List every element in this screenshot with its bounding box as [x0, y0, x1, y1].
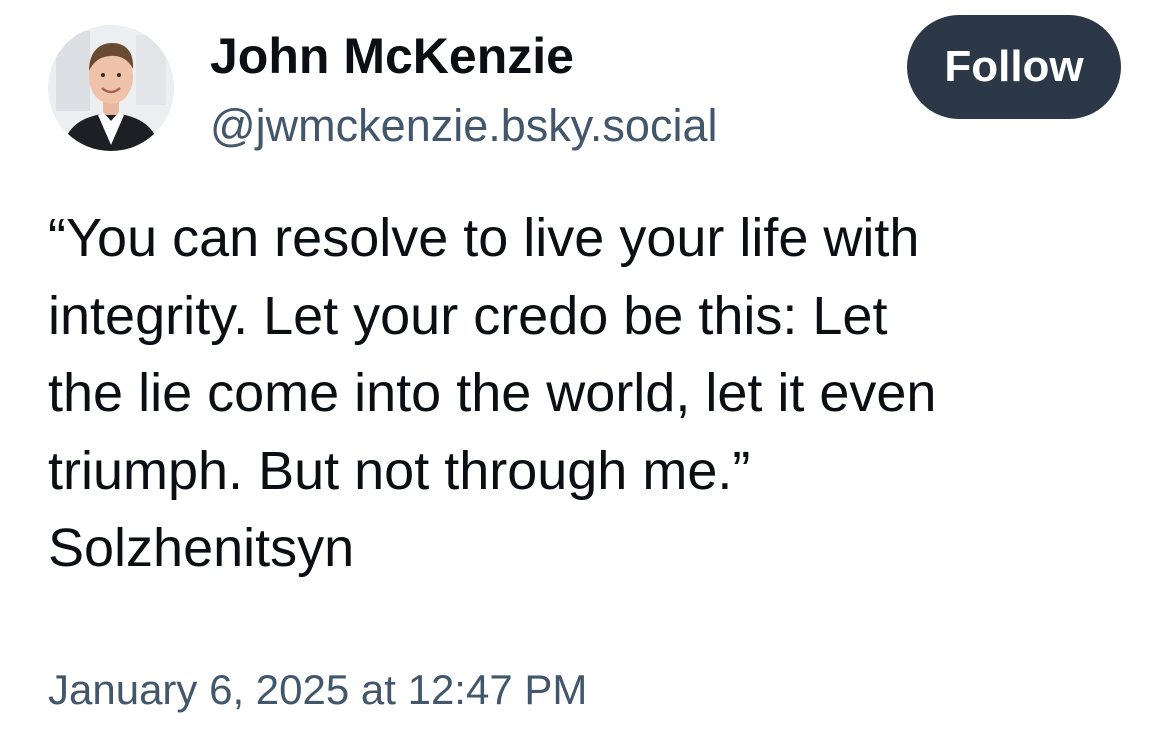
avatar-photo	[48, 25, 174, 151]
post-timestamp[interactable]: January 6, 2025 at 12:47 PM	[48, 664, 587, 716]
post-text-line: “You can resolve to live your life with	[48, 208, 920, 268]
post-text-line: integrity. Let your credo be this: Let	[48, 285, 888, 346]
post-card: John McKenzie @jwmckenzie.bsky.social Fo…	[0, 0, 1170, 743]
author-handle[interactable]: @jwmckenzie.bsky.social	[210, 98, 717, 154]
follow-button[interactable]: Follow	[907, 15, 1121, 119]
post-text-line: triumph. But not through me.”	[48, 440, 751, 501]
post-text-line: the lie come into the world, let it even	[48, 363, 937, 423]
avatar[interactable]	[48, 25, 174, 151]
post-text: “You can resolve to live your life with …	[48, 200, 1138, 588]
post-text-line: Solzhenitsyn	[48, 518, 355, 578]
author-display-name[interactable]: John McKenzie	[210, 26, 574, 86]
